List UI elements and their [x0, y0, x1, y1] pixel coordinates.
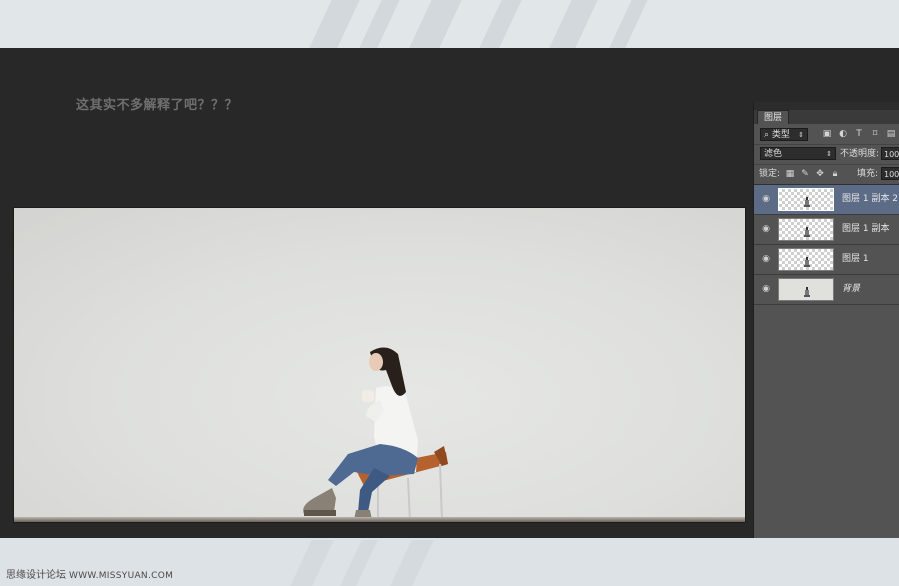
forum-name: 思缘设计论坛: [6, 570, 66, 581]
layer-name: 背景: [842, 284, 861, 294]
watermark-bottom: [260, 540, 460, 586]
site-footer: 思缘设计论坛 WWW.MISSYUAN.COM: [6, 566, 173, 581]
layer-name: 图层 1 副本: [842, 224, 890, 234]
layer-row[interactable]: ◉ 图层 1: [754, 245, 899, 275]
layer-row[interactable]: ◉ 背景: [754, 275, 899, 305]
search-icon: ⌕: [764, 130, 770, 140]
eye-icon[interactable]: ◉: [760, 284, 772, 294]
filter-row: ⌕ 类型 ⇕ ▣ ◐ T ⌑ ▤: [754, 124, 899, 145]
panel-topbar: [754, 102, 899, 110]
type-filter-icon[interactable]: T: [854, 129, 864, 139]
figure-thumb: [804, 287, 810, 297]
tab-layers[interactable]: 图层: [757, 110, 790, 125]
lock-brush-icon[interactable]: ✎: [800, 169, 810, 179]
image-filter-icon[interactable]: ▣: [822, 129, 832, 139]
smart-object-filter-icon[interactable]: ▤: [886, 129, 896, 139]
layers-panel: 图层 ⌕ 类型 ⇕ ▣ ◐ T ⌑ ▤ 滤色 ⇕ 不透明度: 100% 锁定: …: [753, 102, 899, 538]
filter-kind-value: 类型: [771, 130, 790, 140]
fill-input[interactable]: 100%: [881, 167, 899, 180]
fill-label: 填充:: [857, 169, 879, 179]
tutorial-caption: 这其实不多解释了吧？？？: [76, 98, 239, 113]
filter-kind-select[interactable]: ⌕ 类型 ⇕: [760, 128, 808, 141]
eye-icon[interactable]: ◉: [760, 254, 772, 264]
shape-filter-icon[interactable]: ⌑: [870, 129, 880, 139]
blend-mode-value: 滤色: [764, 149, 783, 159]
floor-line: [14, 517, 745, 522]
chevron-updown-icon: ⇕: [798, 131, 804, 139]
layer-row[interactable]: ◉ 图层 1 副本: [754, 215, 899, 245]
lock-transparent-icon[interactable]: ▦: [785, 169, 795, 179]
layer-row[interactable]: ◉ 图层 1 副本 2: [754, 185, 899, 215]
lock-all-icon[interactable]: 🔒︎: [830, 169, 840, 179]
layer-thumbnail: [778, 248, 834, 271]
eye-icon[interactable]: ◉: [760, 194, 772, 204]
figure-thumb: [804, 197, 810, 207]
layer-name: 图层 1 副本 2: [842, 194, 899, 204]
opacity-input[interactable]: 100%: [881, 147, 899, 160]
figure-thumb: [804, 227, 810, 237]
chevron-updown-icon: ⇕: [826, 150, 832, 158]
document-canvas[interactable]: [14, 208, 745, 522]
layer-thumbnail: [778, 188, 834, 211]
blend-row: 滤色 ⇕ 不透明度: 100%: [754, 144, 899, 165]
opacity-label: 不透明度:: [840, 149, 880, 159]
watermark-top: [0, 0, 899, 48]
lock-position-icon[interactable]: ✥: [815, 169, 825, 179]
figure-thumb: [804, 257, 810, 267]
layer-thumbnail: [778, 278, 834, 301]
eye-icon[interactable]: ◉: [760, 224, 772, 234]
layer-thumbnail: [778, 218, 834, 241]
lock-label: 锁定:: [759, 169, 781, 179]
lock-row: 锁定: ▦ ✎ ✥ 🔒︎ 填充: 100%: [754, 164, 899, 185]
seated-woman-figure: [303, 347, 448, 522]
blend-mode-select[interactable]: 滤色 ⇕: [760, 147, 836, 160]
layers-panel-body: ⌕ 类型 ⇕ ▣ ◐ T ⌑ ▤ 滤色 ⇕ 不透明度: 100% 锁定: ▦ ✎…: [754, 124, 899, 538]
layer-name: 图层 1: [842, 254, 869, 264]
site-url[interactable]: WWW.MISSYUAN.COM: [69, 571, 173, 581]
adjustment-filter-icon[interactable]: ◐: [838, 129, 848, 139]
